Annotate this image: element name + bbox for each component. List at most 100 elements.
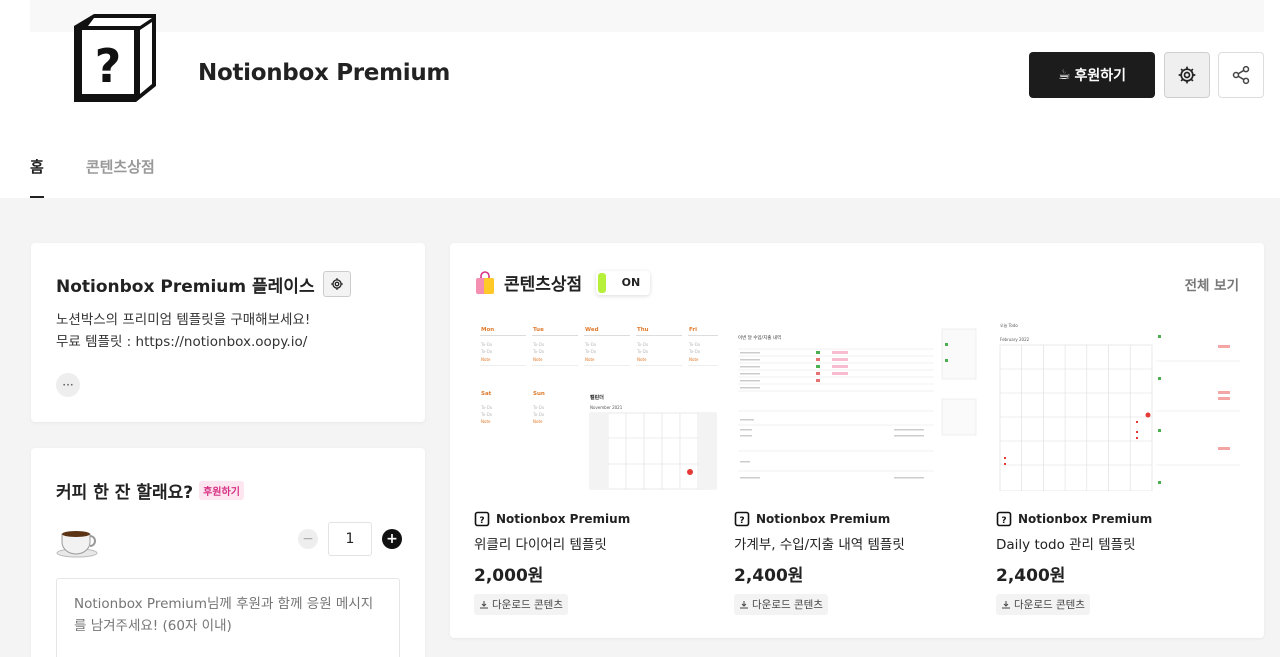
thumb-title: 오늘 Todo (1000, 322, 1018, 328)
product-card[interactable]: Mon Tue Wed Thu Fri To-Do To-Do To-Do To-Do… (474, 321, 718, 615)
svg-text:To-Do: To-Do (688, 349, 701, 354)
product-price: 2,400원 (996, 566, 1066, 586)
product-price: 2,400원 (734, 566, 804, 586)
quantity-stepper: − 1 + (298, 522, 402, 556)
thumb-day-label: Sun (533, 391, 545, 397)
product-seller: ? Notionbox Premium (734, 511, 978, 527)
product-seller-name: Notionbox Premium (496, 512, 631, 526)
svg-text:To-Do: To-Do (532, 349, 545, 354)
place-description: 노션박스의 프리미엄 템플릿을 구매해보세요! 무료 템플릿 : https:/… (56, 309, 310, 353)
product-seller-name: Notionbox Premium (1018, 512, 1153, 526)
increase-button[interactable]: + (382, 529, 402, 549)
svg-text:?: ? (95, 39, 122, 93)
svg-text:To-Do: To-Do (636, 342, 649, 347)
download-icon (740, 600, 748, 608)
svg-text:Note: Note (637, 357, 647, 362)
place-title: Notionbox Premium 플레이스 (56, 271, 351, 297)
download-label: 다운로드 콘텐츠 (492, 599, 563, 611)
svg-text:Note: Note (481, 419, 491, 424)
coffee-cup-icon (56, 531, 98, 558)
download-label: 다운로드 콘텐츠 (752, 599, 823, 611)
download-badge: 다운로드 콘텐츠 (996, 594, 1090, 615)
svg-text:To-Do: To-Do (480, 412, 493, 417)
product-name: Daily todo 관리 템플릿 (996, 537, 1136, 553)
quantity-input[interactable]: 1 (328, 522, 372, 556)
cover-strip (30, 0, 1264, 32)
product-seller: ? Notionbox Premium (996, 511, 1240, 527)
tab-home[interactable]: 홈 (30, 150, 44, 198)
thumb-day-label: Wed (585, 327, 599, 333)
download-icon (1002, 600, 1010, 608)
svg-text:Note: Note (689, 357, 699, 362)
svg-text:To-Do: To-Do (636, 349, 649, 354)
thumb-day-label: Tue (533, 327, 544, 333)
decrease-button[interactable]: − (298, 529, 318, 549)
notionbox-logo-icon: ? (474, 511, 490, 527)
thumb-title: 이번 달 수입/지출 내역 (738, 334, 781, 341)
place-settings-button[interactable] (322, 271, 351, 297)
notionbox-logo-icon: ? (996, 511, 1012, 527)
store-card: 콘텐츠상점 ON 전체 보기 Mon Tue Wed Thu Fri To-Do… (450, 243, 1264, 638)
product-seller-name: Notionbox Premium (756, 512, 891, 526)
gear-icon (330, 278, 343, 290)
svg-text:To-Do: To-Do (584, 342, 597, 347)
more-button[interactable]: ··· (56, 373, 80, 397)
thumb-calendar-month: November 2021 (590, 405, 623, 410)
profile-header: ? Notionbox Premium ☕ 후원하기 홈 콘텐츠상점 (0, 0, 1280, 198)
thumb-day-label: Sat (481, 391, 492, 397)
support-message-field[interactable] (56, 578, 400, 657)
sponsor-button[interactable]: ☕ 후원하기 (1029, 52, 1155, 98)
svg-text:Note: Note (533, 419, 543, 424)
svg-text:To-Do: To-Do (532, 342, 545, 347)
thumb-month: February 2022 (1000, 337, 1030, 342)
place-card: Notionbox Premium 플레이스 노션박스의 프리미엄 템플릿을 구… (31, 243, 425, 422)
svg-text:?: ? (479, 516, 484, 526)
thumb-todo: To-Do (480, 342, 493, 347)
svg-text:To-Do: To-Do (532, 412, 545, 417)
shopping-bag-icon (476, 270, 494, 294)
store-title: 콘텐츠상점 (504, 275, 583, 295)
product-thumbnail: 이번 달 수입/지출 내역 (734, 321, 978, 491)
thumb-calendar-title: 캘린더 (590, 394, 604, 401)
download-label: 다운로드 콘텐츠 (1014, 599, 1085, 611)
coffee-title-text: 커피 한 잔 할래요? (56, 483, 194, 503)
download-badge: 다운로드 콘텐츠 (734, 594, 828, 615)
page-title: Notionbox Premium (198, 60, 451, 86)
store-header: 콘텐츠상점 ON (474, 270, 651, 295)
product-card[interactable]: 오늘 Todo February 2022 ? Notionbox Premiu… (996, 321, 1240, 615)
product-thumbnail: 오늘 Todo February 2022 (996, 321, 1240, 491)
coffee-cup-icon: ☕ (1057, 67, 1071, 83)
svg-text:To-Do: To-Do (688, 342, 701, 347)
store-toggle[interactable]: ON (596, 270, 651, 295)
product-card[interactable]: 이번 달 수입/지출 내역 ? Notionbox Premium 가계부, 수… (734, 321, 978, 615)
product-name: 위클리 다이어리 템플릿 (474, 537, 607, 553)
svg-text:To-Do: To-Do (480, 405, 493, 410)
svg-text:To-Do: To-Do (532, 405, 545, 410)
settings-button[interactable] (1164, 52, 1210, 98)
coffee-card: 커피 한 잔 할래요? 후원하기 − 1 + (31, 448, 425, 657)
place-desc-line: 노션박스의 프리미엄 템플릿을 구매해보세요! (56, 312, 311, 328)
svg-text:Note: Note (585, 357, 595, 362)
svg-text:Note: Note (533, 357, 543, 362)
gear-icon (1178, 66, 1196, 84)
thumb-day-label: Fri (689, 327, 697, 333)
product-name: 가계부, 수입/지출 내역 템플릿 (734, 537, 905, 553)
place-title-text: Notionbox Premium 플레이스 (56, 276, 315, 297)
thumb-note: Note (481, 357, 491, 362)
sponsor-button-label: 후원하기 (1074, 68, 1127, 84)
place-desc-link[interactable]: 무료 템플릿 : https://notionbox.oopy.io/ (56, 331, 310, 353)
svg-text:?: ? (739, 516, 744, 526)
product-thumbnail: Mon Tue Wed Thu Fri To-Do To-Do To-Do To-Do… (474, 321, 718, 491)
share-button[interactable] (1218, 52, 1264, 98)
thumb-day-label: Mon (481, 327, 494, 333)
svg-text:To-Do: To-Do (480, 349, 493, 354)
download-icon (480, 600, 488, 608)
product-seller: ? Notionbox Premium (474, 511, 718, 527)
svg-text:To-Do: To-Do (584, 349, 597, 354)
sponsor-badge: 후원하기 (199, 481, 244, 500)
svg-text:?: ? (1001, 516, 1006, 526)
share-icon (1232, 65, 1250, 85)
tab-store[interactable]: 콘텐츠상점 (86, 150, 155, 198)
view-all-link[interactable]: 전체 보기 (1185, 274, 1239, 294)
notionbox-logo-icon: ? (734, 511, 750, 527)
